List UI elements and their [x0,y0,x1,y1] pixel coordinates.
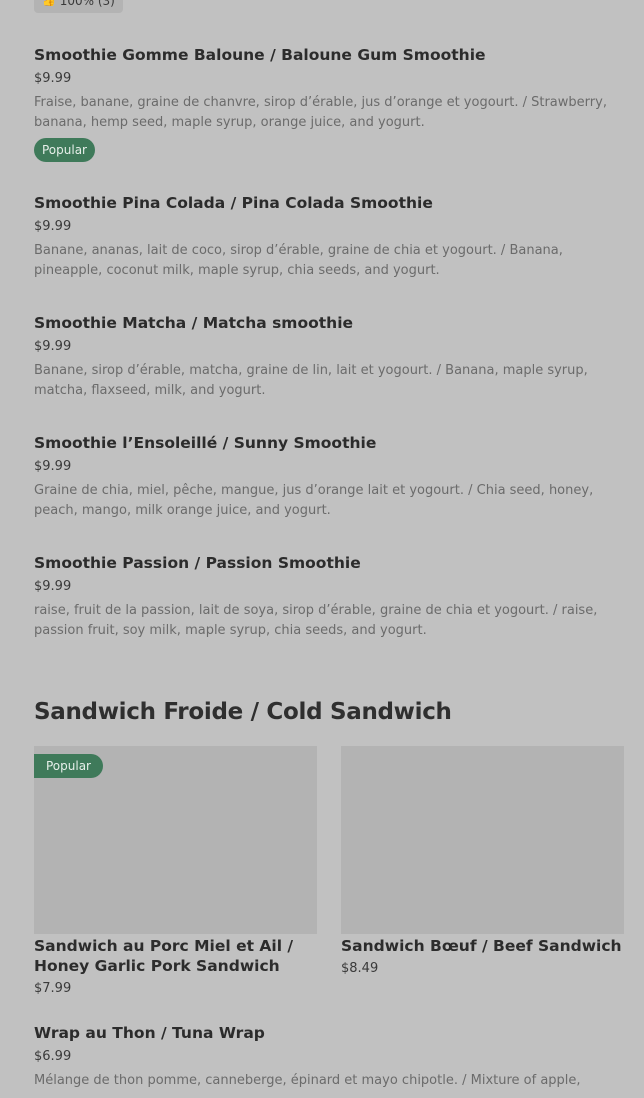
item-price: $6.99 [34,1049,72,1064]
item-price: $9.99 [34,339,72,354]
rating-chip: 👍 100% (3) [34,0,123,13]
menu-item[interactable]: Smoothie Pina Colada / Pina Colada Smoot… [34,193,624,281]
card-price: $7.99 [34,981,72,996]
item-title: Smoothie Gomme Baloune / Baloune Gum Smo… [34,46,486,64]
menu-card[interactable]: Sandwich Bœuf / Beef Sandwich $8.49 [341,746,624,978]
item-title: Smoothie Matcha / Matcha smoothie [34,314,354,332]
item-description: Banane, sirop d’érable, matcha, graine d… [34,363,588,398]
section-title: Sandwich Froide / Cold Sandwich [34,699,452,725]
popular-badge: Popular [34,754,103,778]
item-price: $9.99 [34,459,72,474]
item-image-placeholder [341,746,624,934]
rating-text: 100% (3) [59,0,115,8]
menu-item[interactable]: Wrap au Thon / Tuna Wrap $6.99 Mélange d… [34,1023,624,1091]
menu-item[interactable]: Smoothie Matcha / Matcha smoothie $9.99 … [34,313,624,401]
item-title: Smoothie Pina Colada / Pina Colada Smoot… [34,194,433,212]
item-title: Smoothie l’Ensoleillé / Sunny Smoothie [34,434,377,452]
item-price: $9.99 [34,579,72,594]
item-price: $9.99 [34,219,72,234]
item-title: Wrap au Thon / Tuna Wrap [34,1024,265,1042]
popular-badge: Popular [34,138,95,162]
card-title: Sandwich Bœuf / Beef Sandwich [341,937,622,955]
card-title: Sandwich au Porc Miel et Ail / Honey Gar… [34,937,294,975]
menu-item[interactable]: Smoothie l’Ensoleillé / Sunny Smoothie $… [34,433,624,521]
menu-item[interactable]: Smoothie Gomme Baloune / Baloune Gum Smo… [34,45,624,162]
item-description: raise, fruit de la passion, lait de soya… [34,603,598,638]
item-title: Smoothie Passion / Passion Smoothie [34,554,361,572]
item-description: Fraise, banane, graine de chanvre, sirop… [34,95,607,130]
menu-page: 👍 100% (3) Smoothie Gomme Baloune / Balo… [0,0,644,1098]
item-price: $9.99 [34,71,72,86]
item-image-placeholder: Popular [34,746,317,934]
menu-card[interactable]: Popular Sandwich au Porc Miel et Ail / H… [34,746,317,998]
item-description: Mélange de thon pomme, canneberge, épina… [34,1073,581,1088]
thumbs-up-icon: 👍 [42,0,56,7]
menu-item[interactable]: Smoothie Passion / Passion Smoothie $9.9… [34,553,624,641]
item-description: Graine de chia, miel, pêche, mangue, jus… [34,483,594,518]
card-price: $8.49 [341,961,379,976]
item-description: Banane, ananas, lait de coco, sirop d’ér… [34,243,563,278]
